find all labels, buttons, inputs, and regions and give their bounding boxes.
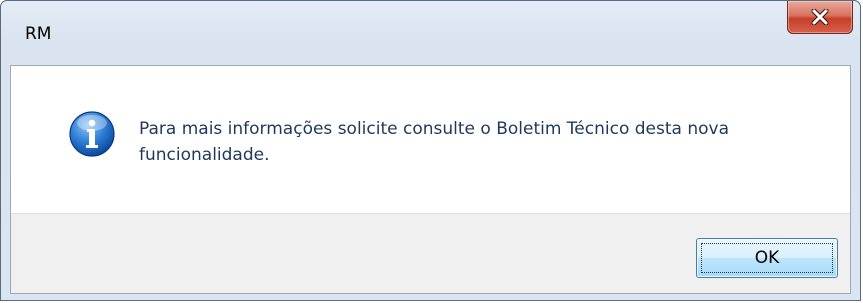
message-area: Para mais informações solicite consulte … — [11, 66, 850, 213]
close-icon — [811, 9, 829, 25]
dialog-message: Para mais informações solicite consulte … — [139, 119, 730, 165]
window-title: RM — [25, 24, 52, 44]
dialog-body: Para mais informações solicite consulte … — [10, 65, 851, 294]
close-button[interactable] — [787, 1, 853, 34]
button-bar: OK — [11, 213, 850, 293]
ok-button[interactable]: OK — [696, 238, 838, 278]
title-bar[interactable]: RM — [1, 1, 860, 65]
information-icon — [69, 111, 115, 157]
ok-button-label: OK — [754, 248, 780, 268]
message-dialog-window: RM Para mais informações solicite consul… — [0, 0, 861, 301]
